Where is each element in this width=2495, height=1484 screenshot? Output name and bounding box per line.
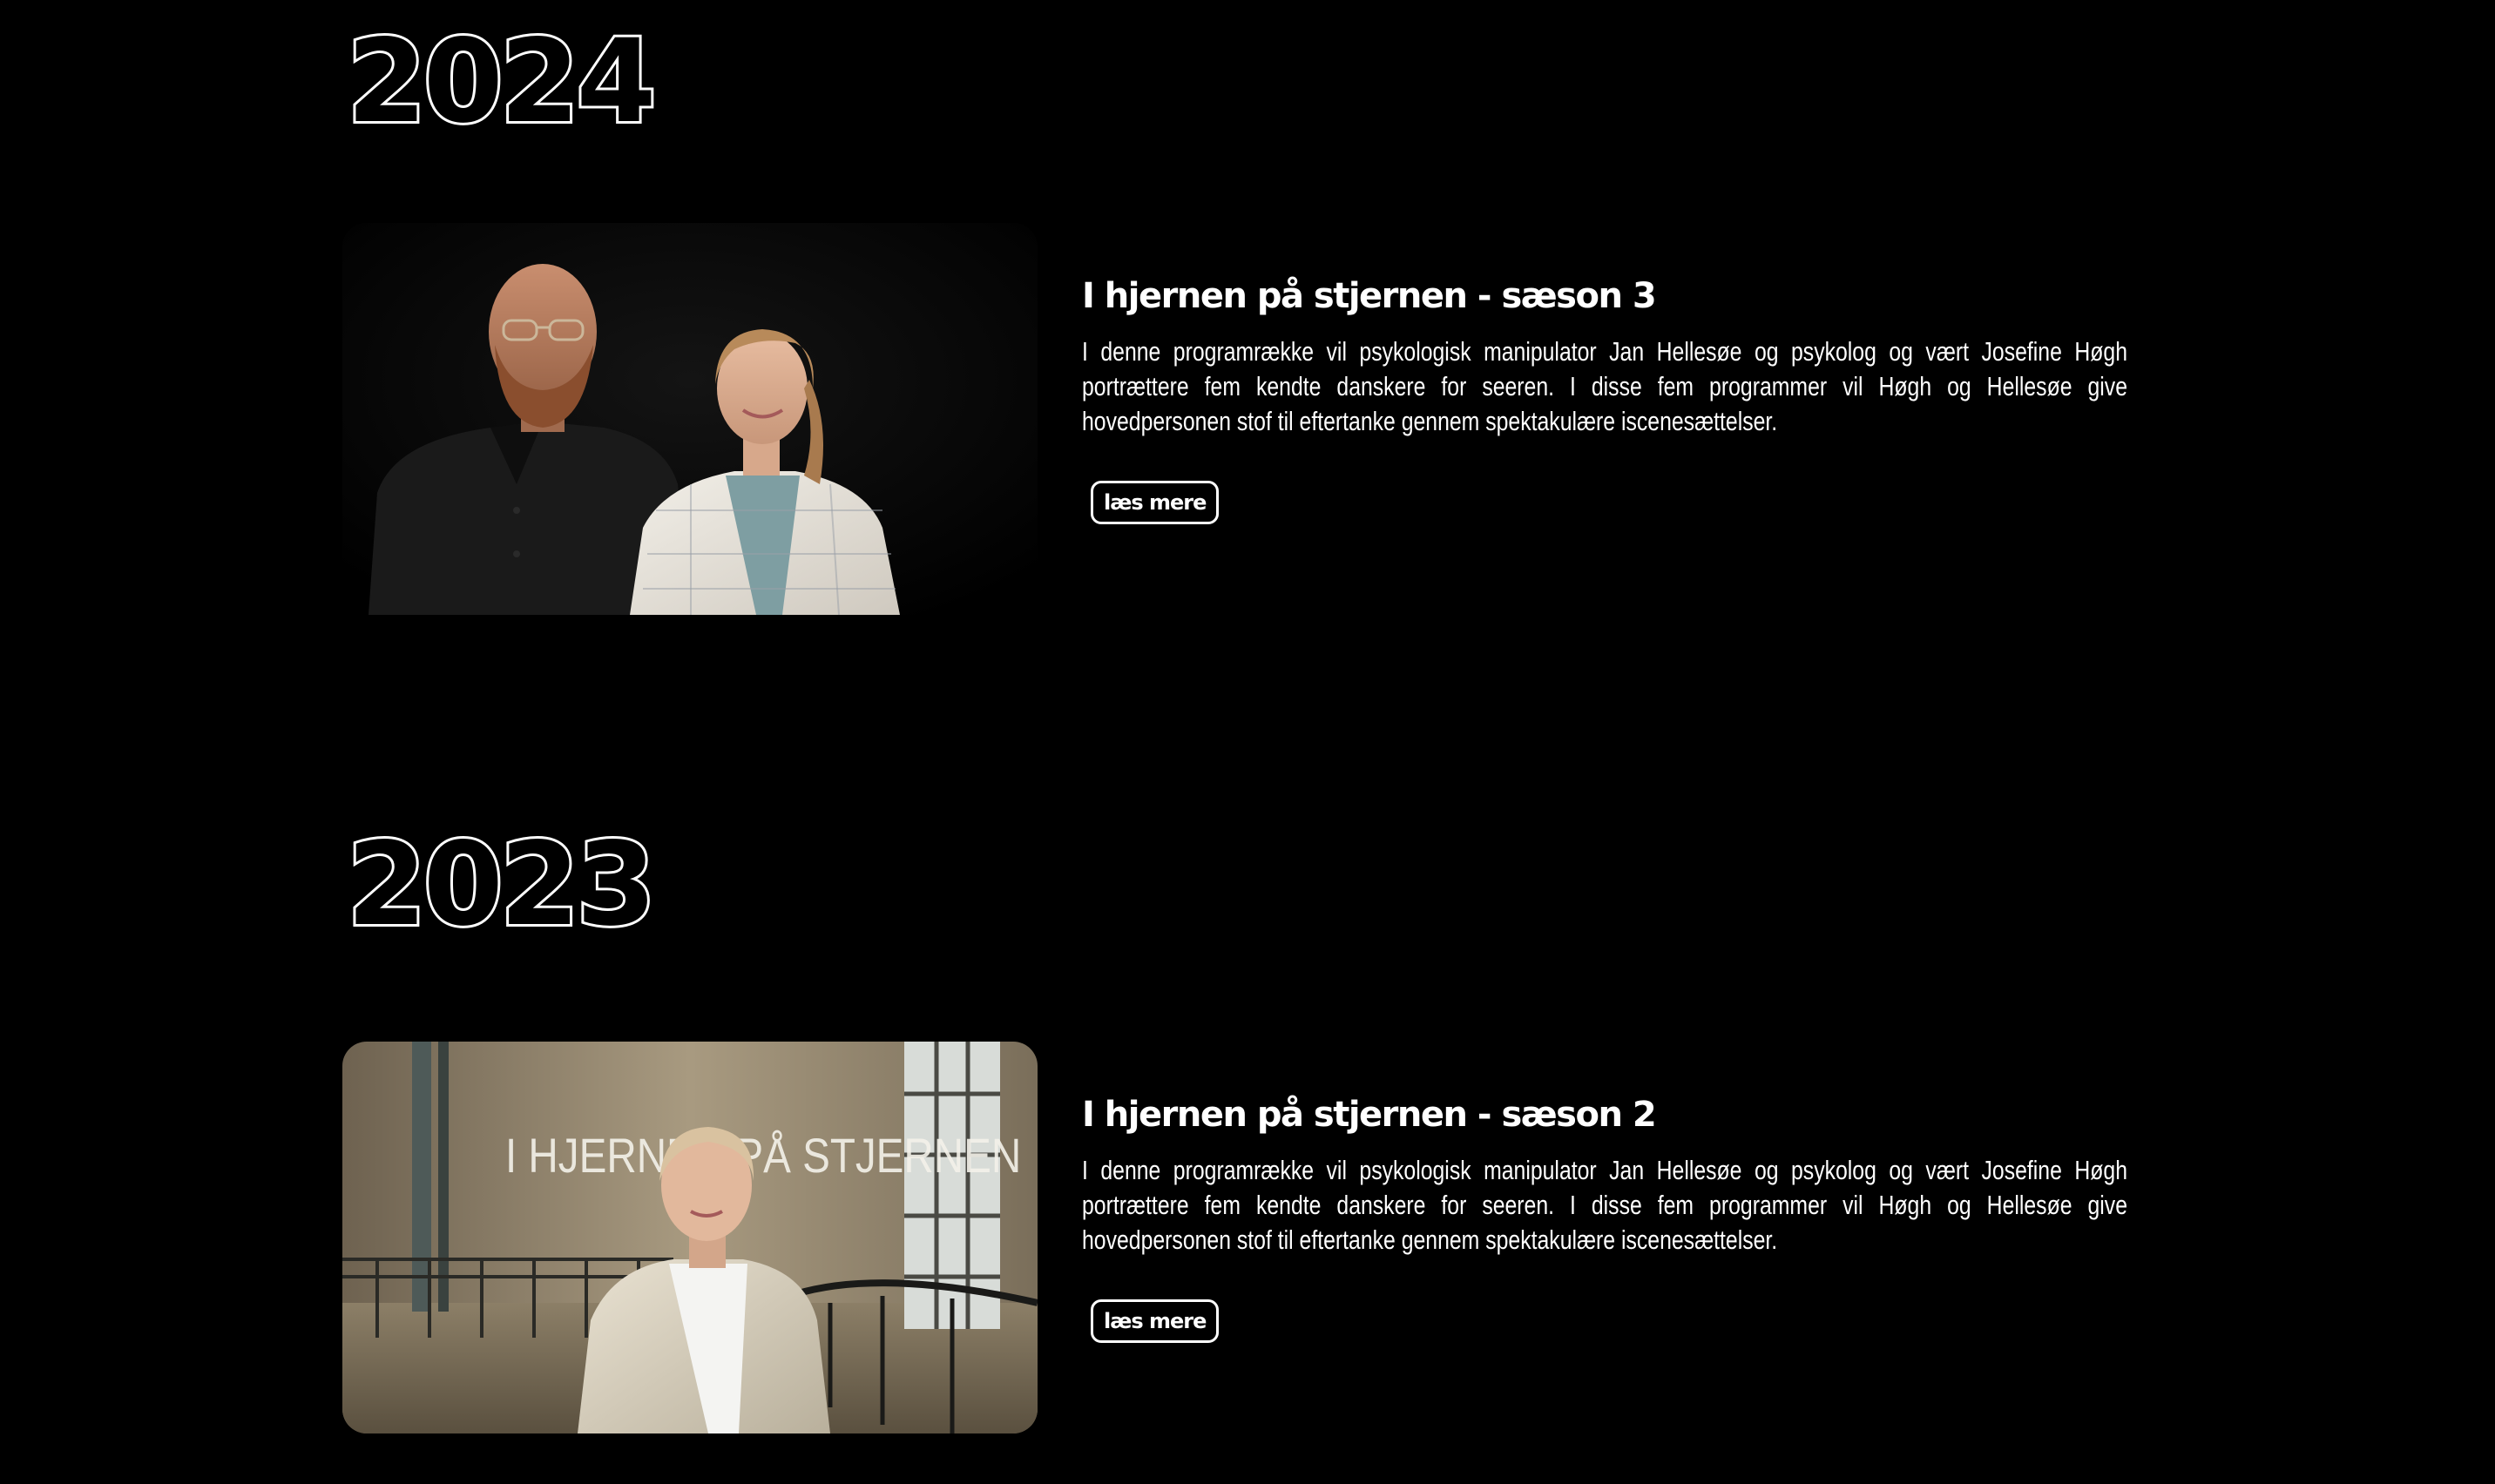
show-description: I denne programrække vil psykologisk man…: [1082, 1155, 2127, 1255]
read-more-button[interactable]: læs mere: [1091, 481, 1220, 524]
read-more-button[interactable]: læs mere: [1091, 1299, 1220, 1343]
show-info-season-3: I hjernen på stjernen - sæson 3 I denne …: [1082, 276, 2127, 524]
show-card-season-3: I hjernen på stjernen - sæson 3 I denne …: [342, 223, 2128, 615]
host-factory-photo: I HJERNEN PÅ STJERNEN: [342, 1042, 1038, 1433]
show-thumbnail-season-2[interactable]: I HJERNEN PÅ STJERNEN: [342, 1042, 1038, 1433]
show-description: I denne programrække vil psykologisk man…: [1082, 336, 2127, 436]
image-overlay-text: I HJERNEN PÅ STJERNEN: [505, 1129, 1021, 1183]
show-thumbnail-season-3[interactable]: [342, 223, 1038, 615]
year-heading-2024: 2024: [344, 15, 659, 149]
show-info-season-2: I hjernen på stjernen - sæson 2 I denne …: [1082, 1095, 2127, 1343]
show-title: I hjernen på stjernen - sæson 2: [1082, 1095, 1657, 1135]
hosts-photo: [342, 223, 1038, 615]
show-title: I hjernen på stjernen - sæson 3: [1082, 276, 1657, 316]
year-heading-2023: 2023: [344, 818, 659, 952]
show-card-season-2: I HJERNEN PÅ STJERNEN I hjernen på stjer…: [342, 1042, 2128, 1433]
